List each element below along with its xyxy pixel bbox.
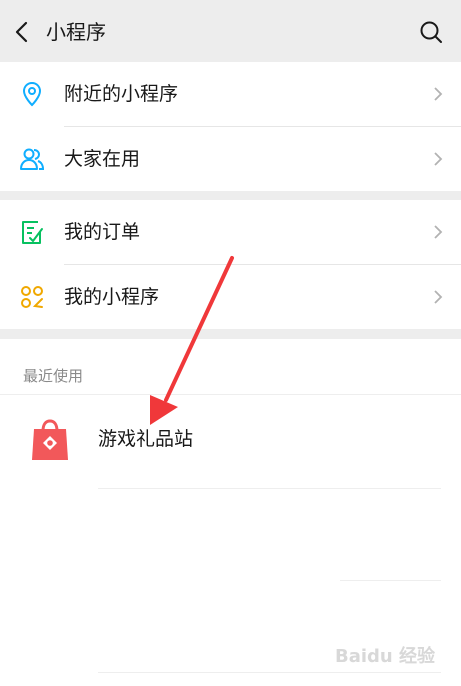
recent-item-game-gift-station[interactable]: 游戏礼品站 <box>0 400 461 490</box>
top-bar: 小程序 <box>0 0 461 62</box>
menu-item-my-mini-programs[interactable]: 我的小程序 <box>0 265 461 329</box>
chevron-left-icon[interactable] <box>12 21 32 43</box>
location-pin-icon <box>22 81 42 107</box>
page-title: 小程序 <box>46 20 106 44</box>
menu-item-nearby[interactable]: 附近的小程序 <box>0 62 461 126</box>
order-list-icon <box>22 221 43 244</box>
menu-item-my-orders[interactable]: 我的订单 <box>0 200 461 264</box>
recent-item-label: 游戏礼品站 <box>98 428 194 450</box>
chevron-right-icon <box>434 152 443 166</box>
recent-section-header: 最近使用 <box>23 367 84 385</box>
watermark: Baidu 经验 <box>334 646 435 667</box>
chevron-right-icon <box>434 87 443 101</box>
mini-program-grid-icon <box>21 286 43 308</box>
menu-item-label: 我的订单 <box>64 221 141 243</box>
section-gap <box>0 329 461 339</box>
divider <box>0 394 461 395</box>
chevron-right-icon <box>434 290 443 304</box>
menu-item-label: 附近的小程序 <box>64 83 179 105</box>
divider <box>340 580 441 581</box>
shopping-bag-icon <box>32 419 68 460</box>
people-icon <box>20 148 45 170</box>
divider <box>98 672 441 673</box>
section-gap <box>0 191 461 200</box>
menu-item-popular[interactable]: 大家在用 <box>0 127 461 191</box>
menu-item-label: 大家在用 <box>64 148 141 170</box>
chevron-right-icon <box>434 225 443 239</box>
menu-item-label: 我的小程序 <box>64 286 160 308</box>
search-icon[interactable] <box>419 20 443 44</box>
divider <box>98 488 441 489</box>
